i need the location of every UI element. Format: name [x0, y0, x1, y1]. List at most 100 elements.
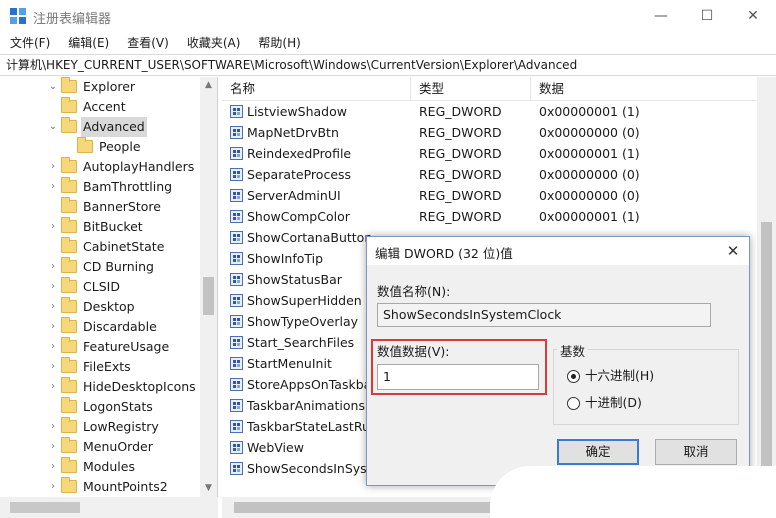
tree-item[interactable]: › FileExts	[0, 357, 200, 377]
tree-vertical-scrollbar[interactable]: ▲ ▼	[200, 77, 217, 497]
collapsed-chevron-icon[interactable]: ›	[48, 217, 58, 237]
tree-item-label[interactable]: CD Burning	[81, 257, 156, 277]
value-data-field[interactable]: 1	[377, 364, 539, 390]
collapsed-chevron-icon[interactable]	[48, 237, 58, 257]
list-row[interactable]: MapNetDrvBtn REG_DWORD 0x00000000 (0)	[222, 122, 776, 143]
tree-item[interactable]: › Discardable	[0, 317, 200, 337]
tree-item-label[interactable]: CabinetState	[81, 237, 166, 257]
list-row[interactable]: ReindexedProfile REG_DWORD 0x00000001 (1)	[222, 143, 776, 164]
list-vertical-scrollbar[interactable]	[757, 77, 776, 497]
tree-item[interactable]: › LowRegistry	[0, 417, 200, 437]
close-window-button[interactable]: ✕	[730, 0, 776, 32]
expanded-chevron-icon[interactable]: ⌄	[48, 77, 58, 97]
ok-button[interactable]: 确定	[557, 439, 639, 465]
menu-edit[interactable]: 编辑(E)	[62, 32, 115, 54]
tree-item[interactable]: BannerStore	[0, 197, 200, 217]
collapsed-chevron-icon[interactable]	[48, 197, 58, 217]
radio-decimal-circle[interactable]	[567, 397, 580, 410]
radio-decimal-label[interactable]: 十进制(D)	[585, 394, 642, 412]
tree-horizontal-scrollbar[interactable]	[0, 497, 218, 518]
tree-item-label[interactable]: Accent	[81, 97, 128, 117]
collapsed-chevron-icon[interactable]: ›	[48, 337, 58, 357]
collapsed-chevron-icon[interactable]: ›	[48, 357, 58, 377]
collapsed-chevron-icon[interactable]: ›	[48, 377, 58, 397]
tree-item[interactable]: CabinetState	[0, 237, 200, 257]
menu-help[interactable]: 帮助(H)	[252, 32, 306, 54]
tree-item[interactable]: › BamThrottling	[0, 177, 200, 197]
collapsed-chevron-icon[interactable]	[64, 137, 74, 157]
tree-scroll-thumb[interactable]	[203, 277, 214, 315]
tree-item[interactable]: People	[0, 137, 200, 157]
column-header-type[interactable]: 类型	[411, 77, 444, 101]
collapsed-chevron-icon[interactable]: ›	[48, 157, 58, 177]
tree-item-label[interactable]: People	[97, 137, 143, 157]
scroll-down-icon[interactable]: ▼	[200, 480, 217, 497]
menu-view[interactable]: 查看(V)	[121, 32, 175, 54]
tree-item-label[interactable]: BannerStore	[81, 197, 163, 217]
tree-item-label[interactable]: Explorer	[81, 77, 137, 97]
menu-favorites[interactable]: 收藏夹(A)	[181, 32, 247, 54]
tree-item[interactable]: › CLSID	[0, 277, 200, 297]
list-row[interactable]: SeparateProcess REG_DWORD 0x00000000 (0)	[222, 164, 776, 185]
collapsed-chevron-icon[interactable]: ›	[48, 477, 58, 497]
collapsed-chevron-icon[interactable]: ›	[48, 457, 58, 477]
list-hscroll-thumb[interactable]	[234, 502, 504, 513]
expanded-chevron-icon[interactable]: ⌄	[48, 117, 58, 137]
column-header-data[interactable]: 数据	[531, 77, 564, 101]
tree-item-label[interactable]: FileExts	[81, 357, 133, 377]
list-row[interactable]: ListviewShadow REG_DWORD 0x00000001 (1)	[222, 101, 776, 122]
collapsed-chevron-icon[interactable]: ›	[48, 437, 58, 457]
tree-hscroll-thumb[interactable]	[10, 502, 80, 513]
list-row[interactable]: ShowCompColor REG_DWORD 0x00000001 (1)	[222, 206, 776, 227]
list-row[interactable]: ServerAdminUI REG_DWORD 0x00000000 (0)	[222, 185, 776, 206]
tree-item-label[interactable]: Modules	[81, 457, 137, 477]
collapsed-chevron-icon[interactable]	[48, 397, 58, 417]
tree-item-label[interactable]: LogonStats	[81, 397, 155, 417]
collapsed-chevron-icon[interactable]: ›	[48, 317, 58, 337]
tree-item[interactable]: › CD Burning	[0, 257, 200, 277]
tree-item[interactable]: › Desktop	[0, 297, 200, 317]
tree-item-label[interactable]: LowRegistry	[81, 417, 161, 437]
value-name-field[interactable]: ShowSecondsInSystemClock	[377, 303, 711, 327]
tree-item-label[interactable]: MountPoints2	[81, 477, 170, 497]
tree-item[interactable]: › MountPoints2	[0, 477, 200, 497]
address-bar[interactable]: 计算机\HKEY_CURRENT_USER\SOFTWARE\Microsoft…	[0, 54, 776, 76]
tree-item[interactable]: › BitBucket	[0, 217, 200, 237]
tree-item-label[interactable]: BitBucket	[81, 217, 145, 237]
collapsed-chevron-icon[interactable]: ›	[48, 177, 58, 197]
column-header-name[interactable]: 名称	[222, 77, 255, 101]
tree-item[interactable]: › HideDesktopIcons	[0, 377, 200, 397]
tree-item[interactable]: LogonStats	[0, 397, 200, 417]
tree-item-label[interactable]: HideDesktopIcons	[81, 377, 198, 397]
collapsed-chevron-icon[interactable]: ›	[48, 417, 58, 437]
tree-item[interactable]: Accent	[0, 97, 200, 117]
tree-item-label[interactable]: Discardable	[81, 317, 159, 337]
tree-item-label[interactable]: CLSID	[81, 277, 122, 297]
cancel-button[interactable]: 取消	[655, 439, 737, 465]
tree-item-label[interactable]: FeatureUsage	[81, 337, 171, 357]
collapsed-chevron-icon[interactable]: ›	[48, 257, 58, 277]
tree-item[interactable]: › FeatureUsage	[0, 337, 200, 357]
collapsed-chevron-icon[interactable]	[48, 97, 58, 117]
tree-item-label[interactable]: Advanced	[81, 117, 147, 137]
tree-item[interactable]: ⌄ Explorer	[0, 77, 200, 97]
tree-item-label[interactable]: MenuOrder	[81, 437, 155, 457]
tree-item-label[interactable]: Desktop	[81, 297, 137, 317]
tree-item[interactable]: ⌄ Advanced	[0, 117, 200, 137]
menu-file[interactable]: 文件(F)	[4, 32, 56, 54]
tree-item-label[interactable]: BamThrottling	[81, 177, 174, 197]
tree-item[interactable]: › AutoplayHandlers	[0, 157, 200, 177]
maximize-button[interactable]: ☐	[684, 0, 730, 32]
tree-item[interactable]: › MenuOrder	[0, 437, 200, 457]
dialog-close-icon[interactable]: ✕	[723, 241, 743, 261]
minimize-button[interactable]: —	[638, 0, 684, 32]
list-scroll-thumb[interactable]	[761, 222, 772, 472]
radio-hex-label[interactable]: 十六进制(H)	[585, 367, 654, 385]
tree-item-label[interactable]: AutoplayHandlers	[81, 157, 196, 177]
scroll-up-icon[interactable]: ▲	[200, 77, 217, 94]
collapsed-chevron-icon[interactable]: ›	[48, 277, 58, 297]
collapsed-chevron-icon[interactable]: ›	[48, 297, 58, 317]
value-name: ShowTypeOverlay	[247, 314, 359, 329]
tree-item[interactable]: › Modules	[0, 457, 200, 477]
radio-hex-circle[interactable]	[567, 370, 580, 383]
